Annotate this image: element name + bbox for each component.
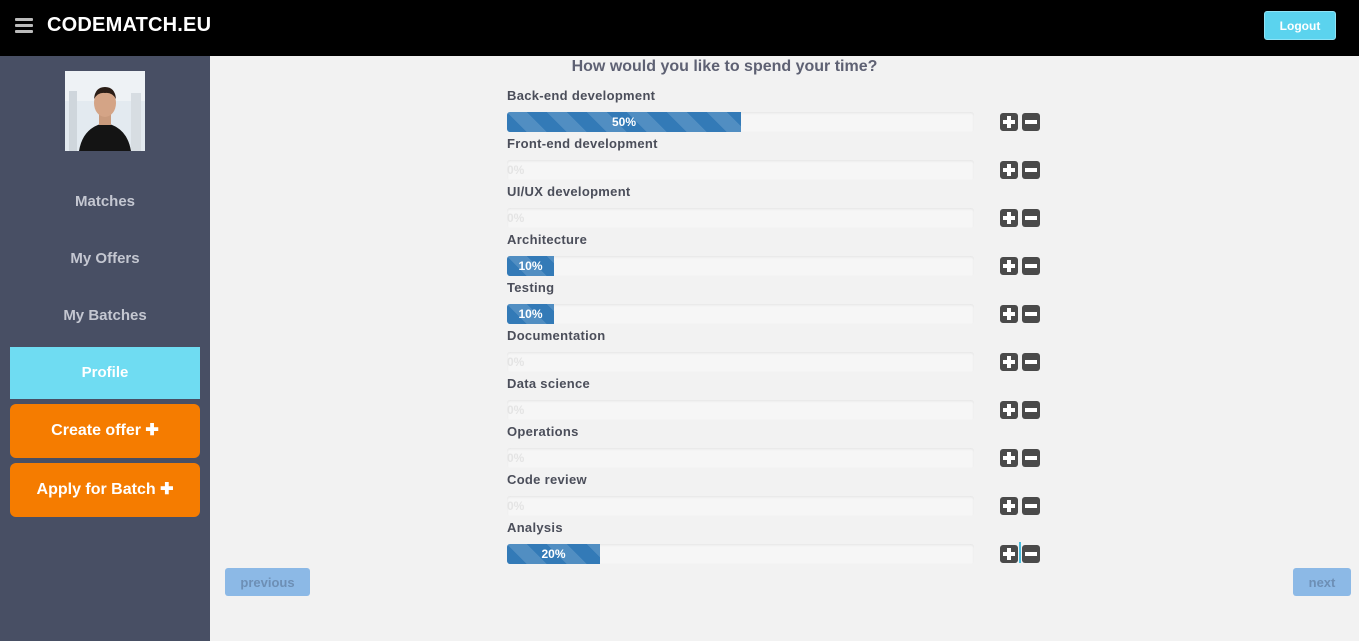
progress-percent: 10% bbox=[518, 307, 543, 321]
nav-matches[interactable]: Matches bbox=[10, 193, 200, 210]
plus-icon[interactable] bbox=[1000, 449, 1018, 467]
text-cursor bbox=[1019, 542, 1021, 563]
category-label: Data science bbox=[507, 376, 591, 391]
minus-icon[interactable] bbox=[1022, 497, 1040, 515]
plus-icon[interactable] bbox=[1000, 257, 1018, 275]
category-label: Operations bbox=[507, 424, 579, 439]
avatar bbox=[65, 71, 145, 151]
plus-icon[interactable] bbox=[1000, 353, 1018, 371]
plus-icon[interactable] bbox=[1000, 113, 1018, 131]
logout-button[interactable]: Logout bbox=[1264, 11, 1336, 40]
category-label: Front-end development bbox=[507, 136, 658, 151]
next-button[interactable]: next bbox=[1293, 568, 1351, 596]
create-offer-button[interactable]: Create offer ✚ bbox=[10, 404, 200, 458]
plus-icon[interactable] bbox=[1000, 545, 1018, 563]
category-row: UI/UX development 0% bbox=[507, 184, 1047, 232]
category-row: Architecture 10% bbox=[507, 232, 1047, 280]
minus-icon[interactable] bbox=[1022, 113, 1040, 131]
progress-percent: 0% bbox=[507, 355, 525, 369]
progress-bar: 10% bbox=[507, 256, 974, 276]
progress-percent: 50% bbox=[611, 115, 637, 129]
category-label: Testing bbox=[507, 280, 555, 295]
category-label: UI/UX development bbox=[507, 184, 631, 199]
minus-icon[interactable] bbox=[1022, 353, 1040, 371]
nav-my-offers[interactable]: My Offers bbox=[10, 250, 200, 267]
category-row: Data science 0% bbox=[507, 376, 1047, 424]
progress-bar: 0% bbox=[507, 352, 974, 372]
plus-icon[interactable] bbox=[1000, 401, 1018, 419]
minus-icon[interactable] bbox=[1022, 449, 1040, 467]
progress-bar: 20% bbox=[507, 544, 974, 564]
progress-percent: 0% bbox=[507, 499, 525, 513]
minus-icon[interactable] bbox=[1022, 545, 1040, 563]
brand-logo-text[interactable]: CODEMATCH.EU bbox=[47, 14, 211, 37]
progress-percent: 0% bbox=[507, 211, 525, 225]
avatar-image bbox=[65, 71, 145, 151]
sidebar: Matches My Offers My Batches Profile Cre… bbox=[0, 56, 210, 641]
category-row: Back-end development 50% bbox=[507, 88, 1047, 136]
minus-icon[interactable] bbox=[1022, 209, 1040, 227]
category-label: Documentation bbox=[507, 328, 606, 343]
category-row: Code review 0% bbox=[507, 472, 1047, 520]
progress-percent: 10% bbox=[518, 259, 543, 273]
progress-bar: 10% bbox=[507, 304, 974, 324]
minus-icon[interactable] bbox=[1022, 305, 1040, 323]
category-label: Back-end development bbox=[507, 88, 656, 103]
category-row: Documentation 0% bbox=[507, 328, 1047, 376]
progress-bar: 0% bbox=[507, 400, 974, 420]
category-label: Architecture bbox=[507, 232, 588, 247]
plus-icon[interactable] bbox=[1000, 161, 1018, 179]
top-bar: CODEMATCH.EU Logout bbox=[0, 0, 1359, 56]
minus-icon[interactable] bbox=[1022, 161, 1040, 179]
plus-icon[interactable] bbox=[1000, 497, 1018, 515]
progress-bar: 0% bbox=[507, 160, 974, 180]
progress-percent: 0% bbox=[507, 451, 525, 465]
apply-for-batch-button[interactable]: Apply for Batch ✚ bbox=[10, 463, 200, 517]
menu-icon[interactable] bbox=[15, 18, 33, 34]
plus-icon[interactable] bbox=[1000, 209, 1018, 227]
plus-icon[interactable] bbox=[1000, 305, 1018, 323]
category-row: Testing 10% bbox=[507, 280, 1047, 328]
progress-percent: 20% bbox=[541, 547, 566, 561]
minus-icon[interactable] bbox=[1022, 257, 1040, 275]
progress-percent: 0% bbox=[507, 403, 525, 417]
previous-button[interactable]: previous bbox=[225, 568, 310, 596]
progress-bar: 0% bbox=[507, 208, 974, 228]
category-row: Operations 0% bbox=[507, 424, 1047, 472]
progress-bar: 0% bbox=[507, 496, 974, 516]
progress-percent: 0% bbox=[507, 163, 525, 177]
category-row: Front-end development 0% bbox=[507, 136, 1047, 184]
nav-my-batches[interactable]: My Batches bbox=[10, 307, 200, 324]
nav-profile[interactable]: Profile bbox=[10, 347, 200, 399]
question-heading: How would you like to spend your time? bbox=[571, 58, 878, 75]
category-label: Analysis bbox=[507, 520, 563, 535]
category-row: Analysis 20% bbox=[507, 520, 1047, 568]
category-label: Code review bbox=[507, 472, 587, 487]
progress-bar: 50% bbox=[507, 112, 974, 132]
progress-bar: 0% bbox=[507, 448, 974, 468]
minus-icon[interactable] bbox=[1022, 401, 1040, 419]
